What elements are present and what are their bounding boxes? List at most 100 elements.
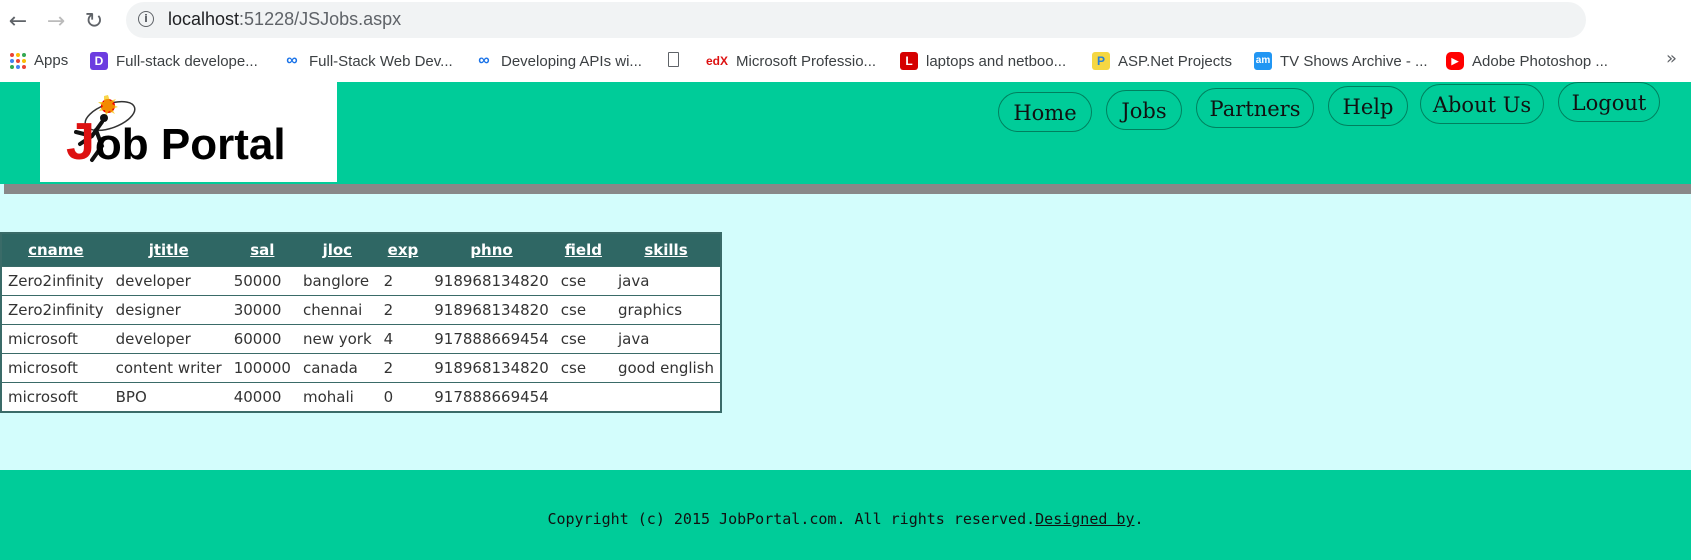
site-header: Job Portal Home Jobs Partners Help About… (0, 82, 1691, 184)
bookmark-apps[interactable]: Apps (10, 52, 68, 69)
bookmark-fullstack-webdev[interactable]: ∞ Full-Stack Web Dev... (283, 52, 453, 70)
table-row: Zero2infinity designer 30000 chennai 2 9… (1, 295, 722, 325)
designed-by-link[interactable]: Designed by (1035, 510, 1134, 528)
cell-phno: 918968134820 (428, 266, 555, 296)
bookmark-microsoft-professional[interactable]: edX Microsoft Professio... (706, 52, 876, 70)
table-row: Zero2infinity developer 50000 banglore 2… (1, 266, 722, 296)
column-header-skills[interactable]: skills (611, 233, 722, 267)
page-content: Job Portal Home Jobs Partners Help About… (0, 82, 1691, 560)
cell-skills: java (611, 324, 722, 354)
infinity-icon: ∞ (286, 52, 298, 69)
cell-cname: Zero2infinity (1, 266, 110, 296)
bookmark-label: Full-stack develope... (116, 52, 258, 70)
bookmark-adobe-photoshop[interactable]: ▶ Adobe Photoshop ... (1446, 52, 1608, 70)
bookmark-laptops[interactable]: L laptops and netboo... (900, 52, 1066, 70)
column-header-phno[interactable]: phno (428, 233, 555, 267)
footer-copyright: Copyright (c) 2015 JobPortal.com. All ri… (0, 510, 1691, 528)
cell-field (554, 382, 612, 412)
column-header-exp[interactable]: exp (377, 233, 429, 267)
bookmark-document[interactable] (668, 52, 679, 67)
cell-phno: 918968134820 (428, 295, 555, 325)
browser-chrome: ← → ↻ i localhost:51228/JSJobs.aspx Apps… (0, 0, 1691, 82)
column-header-jtitle[interactable]: jtitle (109, 233, 228, 267)
cell-phno: 918968134820 (428, 353, 555, 383)
table-row: microsoft developer 60000 new york 4 917… (1, 324, 722, 354)
cell-phno: 917888669454 (428, 382, 555, 412)
menu-help[interactable]: Help (1328, 86, 1408, 126)
menu-jobs[interactable]: Jobs (1106, 90, 1182, 130)
cell-exp: 2 (377, 353, 429, 383)
forward-arrow-icon[interactable]: → (42, 8, 70, 36)
bookmark-label: Apps (34, 52, 69, 69)
info-icon[interactable]: i (138, 11, 154, 27)
cell-jtitle: developer (109, 324, 228, 354)
cell-jloc: canada (296, 353, 378, 383)
menu-about-us[interactable]: About Us (1420, 84, 1544, 124)
cell-skills: graphics (611, 295, 722, 325)
cell-exp: 2 (377, 266, 429, 296)
bookmarks-bar: Apps D Full-stack develope... ∞ Full-Sta… (0, 46, 1691, 80)
menu-logout[interactable]: Logout (1558, 82, 1660, 122)
url-text[interactable]: localhost:51228/JSJobs.aspx (168, 9, 401, 30)
cell-skills: good english (611, 353, 722, 383)
logo-wordmark: ob Portal (94, 120, 286, 169)
bookmark-label: ASP.Net Projects (1118, 52, 1232, 70)
column-header-field[interactable]: field (554, 233, 612, 267)
menu-home[interactable]: Home (998, 92, 1092, 132)
cell-jloc: banglore (296, 266, 378, 296)
am-icon: am (1254, 52, 1272, 70)
bookmark-label: Adobe Photoshop ... (1472, 52, 1608, 70)
cell-field: cse (554, 324, 612, 354)
cell-jtitle: content writer (109, 353, 228, 383)
table-row: microsoft content writer 100000 canada 2… (1, 353, 722, 383)
cell-phno: 917888669454 (428, 324, 555, 354)
footer-suffix: . (1134, 510, 1144, 528)
infinity-icon: ∞ (478, 52, 490, 69)
bookmark-developing-apis[interactable]: ∞ Developing APIs wi... (475, 52, 642, 70)
cell-cname: microsoft (1, 324, 110, 354)
cell-skills (611, 382, 722, 412)
bookmark-label: laptops and netboo... (926, 52, 1067, 70)
cell-sal: 60000 (227, 324, 297, 354)
cell-sal: 40000 (227, 382, 297, 412)
cell-cname: microsoft (1, 353, 110, 383)
logo-text: Job Portal (66, 112, 286, 172)
menu-partners[interactable]: Partners (1196, 88, 1314, 128)
table-header-row: cname jtitle sal jloc exp phno field ski… (1, 233, 722, 267)
p-icon: P (1092, 52, 1110, 70)
cell-sal: 50000 (227, 266, 297, 296)
cell-cname: microsoft (1, 382, 110, 412)
cell-jloc: mohali (296, 382, 378, 412)
bookmark-tv-shows[interactable]: am TV Shows Archive - ... (1254, 52, 1428, 70)
red-l-icon: L (900, 52, 918, 70)
document-icon (668, 52, 679, 67)
more-bookmarks-icon[interactable]: » (1666, 48, 1677, 69)
column-header-jloc[interactable]: jloc (296, 233, 378, 267)
cell-jloc: new york (296, 324, 378, 354)
bookmark-label: Microsoft Professio... (736, 52, 877, 70)
cell-exp: 2 (377, 295, 429, 325)
cell-cname: Zero2infinity (1, 295, 110, 325)
cell-field: cse (554, 353, 612, 383)
site-footer: Copyright (c) 2015 JobPortal.com. All ri… (0, 470, 1691, 560)
address-bar[interactable]: i localhost:51228/JSJobs.aspx (126, 2, 1586, 38)
column-header-sal[interactable]: sal (227, 233, 297, 267)
cell-jtitle: developer (109, 266, 228, 296)
table-row: microsoft BPO 40000 mohali 0 91788866945… (1, 382, 722, 412)
cell-sal: 30000 (227, 295, 297, 325)
reload-icon[interactable]: ↻ (80, 8, 108, 36)
cell-jtitle: BPO (109, 382, 228, 412)
jobs-table: cname jtitle sal jloc exp phno field ski… (0, 232, 723, 413)
purple-d-icon: D (90, 52, 108, 70)
cell-field: cse (554, 295, 612, 325)
cell-field: cse (554, 266, 612, 296)
cell-skills: java (611, 266, 722, 296)
column-header-cname[interactable]: cname (1, 233, 110, 267)
bookmark-fullstack-developer[interactable]: D Full-stack develope... (90, 52, 258, 70)
edx-icon: edX (706, 54, 729, 68)
job-portal-logo[interactable]: Job Portal (40, 82, 337, 182)
bookmark-aspnet-projects[interactable]: P ASP.Net Projects (1092, 52, 1232, 70)
bookmark-label: Full-Stack Web Dev... (309, 52, 453, 70)
back-arrow-icon[interactable]: ← (4, 8, 32, 36)
logo-letter-j: J (66, 113, 95, 171)
